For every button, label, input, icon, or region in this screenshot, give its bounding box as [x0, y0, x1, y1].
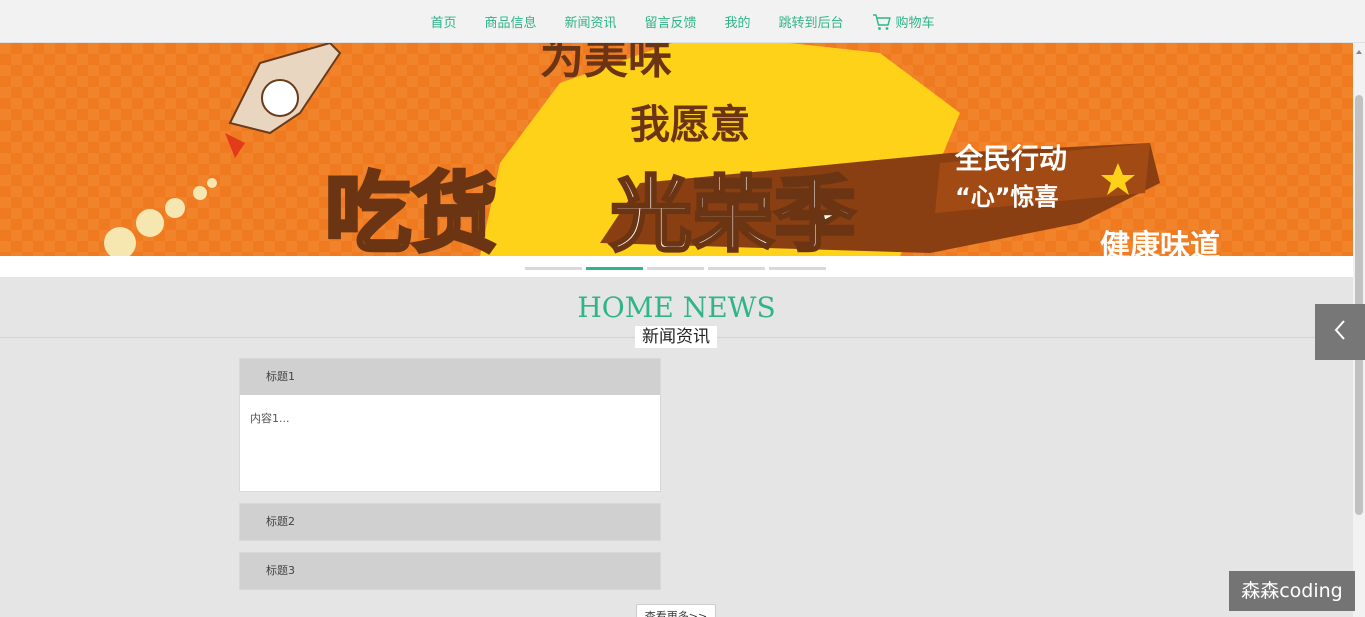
nav-item-products[interactable]: 商品信息	[484, 12, 536, 31]
carousel-indicators	[525, 267, 826, 270]
top-navbar: 首页 商品信息 新闻资讯 留言反馈 我的 跳转到后台 购物车	[0, 0, 1365, 43]
nav-item-feedback[interactable]: 留言反馈	[644, 12, 696, 31]
nav-item-admin[interactable]: 跳转到后台	[779, 12, 844, 31]
carousel-indicator-3[interactable]	[647, 267, 704, 270]
banner-carousel[interactable]: 为美味 我愿意 吃货 光荣季 全民行动 “心”惊喜 健康味道	[0, 43, 1353, 256]
view-more-button[interactable]: 查看更多>>	[636, 604, 716, 617]
news-item-title[interactable]: 标题3	[240, 553, 660, 589]
banner-headline-a: 吃货	[325, 164, 497, 256]
news-section-subtitle: 新闻资讯	[635, 326, 717, 348]
carousel-indicator-5[interactable]	[769, 267, 826, 270]
carousel-indicator-4[interactable]	[708, 267, 765, 270]
nav-item-mine[interactable]: 我的	[725, 12, 751, 31]
news-item-title[interactable]: 标题1	[240, 359, 660, 395]
banner-headline-b: 光荣季	[610, 168, 856, 256]
chevron-left-icon	[1333, 319, 1347, 345]
banner-line1: 为美味	[540, 43, 672, 84]
banner-image: 为美味 我愿意 吃货 光荣季 全民行动 “心”惊喜 健康味道	[0, 43, 1353, 256]
shopping-cart-icon	[872, 13, 892, 31]
news-item: 标题2	[239, 503, 661, 541]
nav-links: 首页 商品信息 新闻资讯 留言反馈 我的 跳转到后台 购物车	[0, 0, 1365, 43]
news-item-title[interactable]: 标题2	[240, 504, 660, 540]
news-item: 标题1 内容1...	[239, 358, 661, 492]
nav-item-cart[interactable]: 购物车	[872, 12, 935, 31]
banner-line2: 我愿意	[630, 102, 750, 148]
carousel-indicator-1[interactable]	[525, 267, 582, 270]
news-accordion: 标题1 内容1... 标题2 标题3	[239, 358, 661, 601]
carousel-indicator-2[interactable]	[586, 267, 643, 270]
banner-sub-ribbon: “心”惊喜	[955, 183, 1059, 211]
nav-item-news[interactable]: 新闻资讯	[564, 12, 616, 31]
news-item-content: 内容1...	[240, 395, 660, 491]
nav-item-home[interactable]: 首页	[430, 12, 456, 31]
watermark-label: 森森coding	[1229, 571, 1355, 611]
banner-corner-text: 健康味道	[1100, 229, 1220, 256]
news-section-title: HOME NEWS	[577, 291, 776, 324]
side-float-button[interactable]	[1315, 304, 1365, 360]
cart-label: 购物车	[895, 16, 935, 31]
banner-ribbon: 全民行动	[954, 142, 1067, 175]
scroll-up-icon[interactable]	[1353, 43, 1365, 55]
news-item: 标题3	[239, 552, 661, 590]
